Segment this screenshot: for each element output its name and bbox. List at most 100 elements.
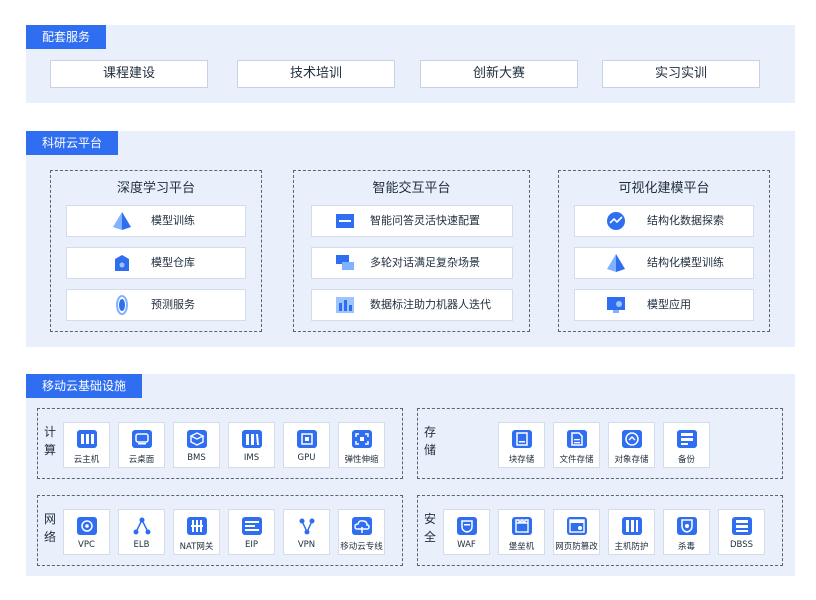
- tile-label: 对象存储: [614, 455, 649, 465]
- group-security: 安全 WAF 堡垒机 网页防篡改 主机防护 杀毒 DBSS: [417, 495, 783, 566]
- platform-item-prediction[interactable]: 预测服务: [66, 289, 246, 321]
- eip-icon: [242, 517, 262, 535]
- tile-gpu[interactable]: GPU: [283, 422, 330, 468]
- tile-cloud-host[interactable]: 云主机: [63, 422, 110, 468]
- tile-label: VPC: [78, 540, 95, 550]
- tile-eip[interactable]: EIP: [228, 509, 275, 555]
- tile-bms[interactable]: BMS: [173, 422, 220, 468]
- section-title-research: 科研云平台: [26, 131, 119, 155]
- tile-label: 云主机: [73, 455, 100, 465]
- desktop-icon: [132, 430, 152, 448]
- tile-label: EIP: [244, 540, 258, 550]
- orbit-icon: [116, 295, 128, 315]
- service-internship[interactable]: 实习实训: [602, 60, 760, 88]
- chart-bars-icon: [336, 297, 354, 313]
- database-icon: [732, 517, 752, 535]
- tile-label: WAF: [457, 540, 476, 550]
- file-icon: [567, 430, 587, 448]
- tile-label: 弹性伸缩: [344, 455, 379, 465]
- tile-label: BMS: [187, 453, 206, 463]
- tile-auto-scaling[interactable]: 弹性伸缩: [338, 422, 385, 468]
- service-course-building[interactable]: 课程建设: [50, 60, 208, 88]
- tile-nat-gateway[interactable]: NAT网关: [173, 509, 220, 555]
- group-title: 网络: [44, 512, 57, 544]
- section-title-infra: 移动云基础设施: [26, 374, 143, 398]
- platform-item-model-repo[interactable]: 模型仓库: [66, 247, 246, 279]
- group-compute: 计算 云主机 云桌面 BMS IMS GPU 弹性伸缩: [37, 408, 403, 479]
- research-cloud-section: 科研云平台 深度学习平台 模型训练 模型仓库 预测服务 智能交互平台 智能问答灵…: [26, 131, 795, 347]
- platform-item-data-labeling[interactable]: 数据标注助力机器人迭代: [311, 289, 513, 321]
- cloud-storage-icon: [622, 430, 642, 448]
- mobile-cloud-infra-section: 移动云基础设施 计算 云主机 云桌面 BMS IMS GPU 弹性伸缩 存储 块…: [26, 374, 795, 576]
- platform-item-model-app[interactable]: 模型应用: [574, 289, 754, 321]
- storage-box-icon: [115, 255, 129, 271]
- nat-gateway-icon: [187, 517, 207, 535]
- trend-bubble-icon: [607, 212, 625, 230]
- books-icon: [242, 430, 262, 448]
- platform-item-smart-qa[interactable]: 智能问答灵活快速配置: [311, 205, 513, 237]
- antivirus-icon: [677, 517, 697, 535]
- tile-host-protect[interactable]: 主机防护: [608, 509, 655, 555]
- platform-item-multi-turn[interactable]: 多轮对话满足复杂场景: [311, 247, 513, 279]
- service-tech-training[interactable]: 技术培训: [237, 60, 395, 88]
- tile-antivirus[interactable]: 杀毒: [663, 509, 710, 555]
- platform-item-label: 预测服务: [151, 298, 195, 311]
- chip-icon: [297, 430, 317, 448]
- tile-dbss[interactable]: DBSS: [718, 509, 765, 555]
- platform-item-label: 多轮对话满足复杂场景: [370, 256, 480, 269]
- tile-label: 主机防护: [614, 542, 649, 552]
- tile-web-tamper-protect[interactable]: 网页防篡改: [553, 509, 600, 555]
- tile-vpn[interactable]: VPN: [283, 509, 330, 555]
- intelligent-interaction-platform: 智能交互平台 智能问答灵活快速配置 多轮对话满足复杂场景 数据标注助力机器人迭代: [293, 170, 530, 332]
- tile-vpc[interactable]: VPC: [63, 509, 110, 555]
- tile-elb[interactable]: ELB: [118, 509, 165, 555]
- vpn-icon: [299, 518, 315, 535]
- tile-cloud-line[interactable]: 移动云专线: [338, 509, 385, 555]
- disk-icon: [512, 430, 532, 448]
- deep-learning-platform: 深度学习平台 模型训练 模型仓库 预测服务: [50, 170, 262, 332]
- tile-label: DBSS: [729, 540, 754, 550]
- backup-icon: [677, 430, 697, 448]
- waf-icon: [457, 517, 477, 535]
- platform-item-structured-explore[interactable]: 结构化数据探索: [574, 205, 754, 237]
- service-innovation-contest[interactable]: 创新大赛: [420, 60, 578, 88]
- monitor-icon: [607, 297, 625, 313]
- chat-bubbles-icon: [336, 255, 354, 270]
- tile-label: 杀毒: [677, 542, 695, 552]
- tile-waf[interactable]: WAF: [443, 509, 490, 555]
- tile-backup[interactable]: 备份: [663, 422, 710, 468]
- window-icon: [336, 214, 354, 228]
- section-title-supporting: 配套服务: [26, 25, 107, 49]
- supporting-services-section: 配套服务 课程建设 技术培训 创新大赛 实习实训: [26, 25, 795, 103]
- tile-ims[interactable]: IMS: [228, 422, 275, 468]
- platform-title: 智能交互平台: [372, 181, 451, 196]
- tile-block-storage[interactable]: 块存储: [498, 422, 545, 468]
- group-title: 存储: [424, 425, 437, 457]
- tile-label: GPU: [297, 453, 316, 463]
- tile-label: NAT网关: [179, 542, 214, 552]
- platform-item-model-training[interactable]: 模型训练: [66, 205, 246, 237]
- tile-label: IMS: [243, 453, 260, 463]
- platform-item-label: 模型仓库: [151, 256, 195, 269]
- tile-bastion[interactable]: 堡垒机: [498, 509, 545, 555]
- load-balancer-icon: [133, 517, 151, 535]
- tile-label: 移动云专线: [340, 542, 383, 552]
- pyramid-icon: [607, 254, 625, 272]
- tile-object-storage[interactable]: 对象存储: [608, 422, 655, 468]
- vpc-icon: [77, 517, 97, 535]
- platform-item-label: 模型训练: [151, 214, 195, 227]
- tile-label: 云桌面: [128, 455, 155, 465]
- platform-item-label: 智能问答灵活快速配置: [370, 214, 480, 227]
- group-title: 安全: [424, 512, 437, 544]
- group-storage: 存储 块存储 文件存储 对象存储 备份: [417, 408, 783, 479]
- tile-label: 网页防篡改: [555, 542, 598, 552]
- expand-icon: [352, 430, 372, 448]
- platform-item-structured-train[interactable]: 结构化模型训练: [574, 247, 754, 279]
- web-protect-icon: [567, 517, 587, 535]
- tile-file-storage[interactable]: 文件存储: [553, 422, 600, 468]
- cloud-line-icon: [352, 517, 372, 535]
- platform-title: 深度学习平台: [116, 181, 195, 196]
- group-title: 计算: [44, 425, 57, 457]
- tile-cloud-desktop[interactable]: 云桌面: [118, 422, 165, 468]
- tile-label: 文件存储: [559, 455, 594, 465]
